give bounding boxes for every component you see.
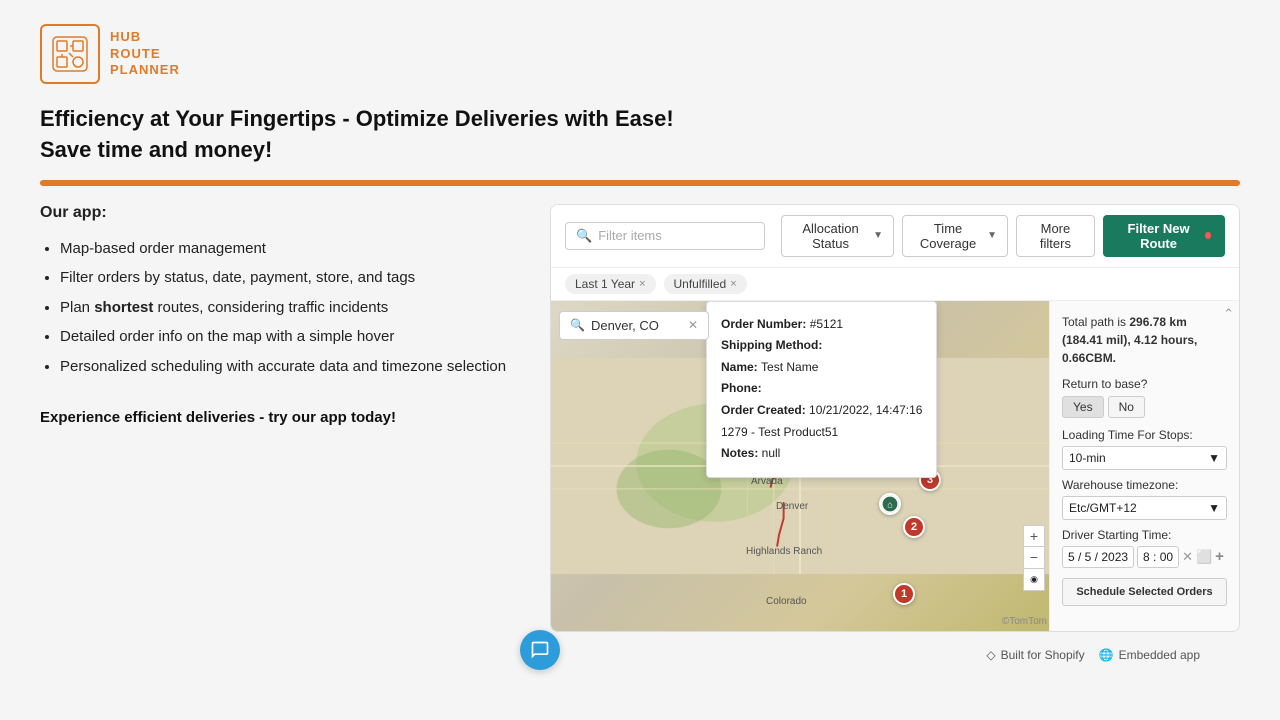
clear-time-icon[interactable]: ✕ [1182, 549, 1193, 565]
main-content: Our app: Map-based order management Filt… [40, 204, 1240, 632]
summary-text: Total path is 296.78 km (184.41 mil), 4.… [1062, 313, 1227, 367]
logo-area: HUB ROUTE PLANNER [40, 24, 1240, 84]
compass-icon[interactable]: ◉ [1023, 569, 1045, 591]
location-value: Denver, CO [591, 318, 659, 333]
footer-built-for-shopify: ◇ Built for Shopify [986, 648, 1084, 662]
zoom-controls: + − ◉ [1023, 525, 1045, 591]
clear-location-icon[interactable]: ✕ [688, 318, 698, 332]
footer-area: ◇ Built for Shopify 🌐 Embedded app [40, 648, 1240, 662]
driver-time-field[interactable]: 8 : 00 [1137, 546, 1179, 568]
features-list: Map-based order management Filter orders… [40, 236, 510, 380]
city-label-highlands-ranch: Highlands Ranch [746, 546, 822, 557]
logo-box [40, 24, 100, 84]
list-item: Personalized scheduling with accurate da… [60, 354, 510, 380]
remove-tag-icon[interactable]: × [639, 278, 645, 290]
list-item: Map-based order management [60, 236, 510, 262]
add-time-icon[interactable]: + [1215, 548, 1224, 565]
return-base-label: Return to base? [1062, 377, 1227, 391]
headline: Efficiency at Your Fingertips - Optimize… [40, 104, 1240, 166]
tag-last-1-year[interactable]: Last 1 Year × [565, 274, 656, 294]
chevron-down-icon: ▼ [1208, 451, 1220, 465]
warehouse-timezone-label: Warehouse timezone: [1062, 478, 1227, 492]
footer-embedded-app: 🌐 Embedded app [1099, 648, 1200, 662]
diamond-icon: ◇ [986, 648, 995, 662]
notification-dot [1205, 232, 1211, 239]
order-popup: Order Number: #5121 Shipping Method: Nam… [706, 301, 937, 478]
left-col: Our app: Map-based order management Filt… [40, 204, 520, 430]
filter-new-route-button[interactable]: Filter New Route [1103, 215, 1225, 257]
copy-time-icon[interactable]: ⬜ [1196, 549, 1212, 565]
chevron-down-icon: ▼ [1208, 501, 1220, 515]
warehouse-timezone-select[interactable]: Etc/GMT+12 ▼ [1062, 496, 1227, 520]
schedule-button[interactable]: Schedule Selected Orders [1062, 578, 1227, 606]
zoom-out-button[interactable]: − [1023, 547, 1045, 569]
list-item: Detailed order info on the map with a si… [60, 324, 510, 350]
map-marker-1: 1 [893, 583, 915, 605]
city-label-denver: Denver [776, 501, 808, 512]
map-main[interactable]: Cheyenne Arvada Denver Highlands Ranch C… [551, 301, 1049, 631]
orange-bar [40, 180, 1240, 186]
globe-icon: 🌐 [1099, 648, 1114, 662]
tag-unfulfilled[interactable]: Unfulfilled × [664, 274, 747, 294]
driver-starting-time-label: Driver Starting Time: [1062, 528, 1227, 542]
cta-text: Experience efficient deliveries - try ou… [40, 407, 510, 430]
svg-text:⌂: ⌂ [887, 499, 892, 509]
allocation-status-button[interactable]: Allocation Status ▼ [781, 215, 894, 257]
more-filters-button[interactable]: More filters [1016, 215, 1095, 257]
collapse-icon[interactable]: ⌃ [1223, 306, 1234, 322]
remove-tag-icon[interactable]: × [730, 278, 736, 290]
chat-bubble-button[interactable] [520, 630, 560, 670]
driver-date-field[interactable]: 5 / 5 / 2023 [1062, 546, 1134, 568]
chevron-down-icon: ▼ [987, 230, 997, 241]
search-icon: 🔍 [570, 318, 585, 332]
return-base-section: Return to base? Yes No [1062, 377, 1227, 418]
list-item: Plan shortest routes, considering traffi… [60, 295, 510, 321]
tomtom-credit: ©TomTom [1002, 616, 1047, 627]
search-box[interactable]: 🔍 Filter items [565, 222, 765, 250]
logo-text: HUB ROUTE PLANNER [110, 29, 180, 80]
tags-bar: Last 1 Year × Unfulfilled × [551, 268, 1239, 301]
search-placeholder: Filter items [598, 228, 662, 243]
yes-button[interactable]: Yes [1062, 396, 1104, 418]
location-search[interactable]: 🔍 Denver, CO ✕ [559, 311, 709, 340]
chevron-down-icon: ▼ [873, 230, 883, 241]
no-button[interactable]: No [1108, 396, 1145, 418]
app-toolbar: 🔍 Filter items Allocation Status ▼ Time … [551, 205, 1239, 268]
time-coverage-button[interactable]: Time Coverage ▼ [902, 215, 1008, 257]
app-panel: 🔍 Filter items Allocation Status ▼ Time … [550, 204, 1240, 632]
city-label-colorado: Colorado [766, 596, 807, 607]
list-item: Filter orders by status, date, payment, … [60, 265, 510, 291]
our-app-label: Our app: [40, 204, 510, 222]
zoom-in-button[interactable]: + [1023, 525, 1045, 547]
loading-time-select[interactable]: 10-min ▼ [1062, 446, 1227, 470]
right-panel: ⌃ Total path is 296.78 km (184.41 mil), … [1049, 301, 1239, 631]
map-marker-2: 2 [903, 516, 925, 538]
search-icon: 🔍 [576, 228, 592, 244]
driver-time-row: 5 / 5 / 2023 8 : 00 ✕ ⬜ + [1062, 546, 1227, 568]
home-marker: ⌂ [879, 493, 901, 515]
yes-no-buttons: Yes No [1062, 396, 1227, 418]
loading-time-label: Loading Time For Stops: [1062, 428, 1227, 442]
map-area: Cheyenne Arvada Denver Highlands Ranch C… [551, 301, 1239, 631]
